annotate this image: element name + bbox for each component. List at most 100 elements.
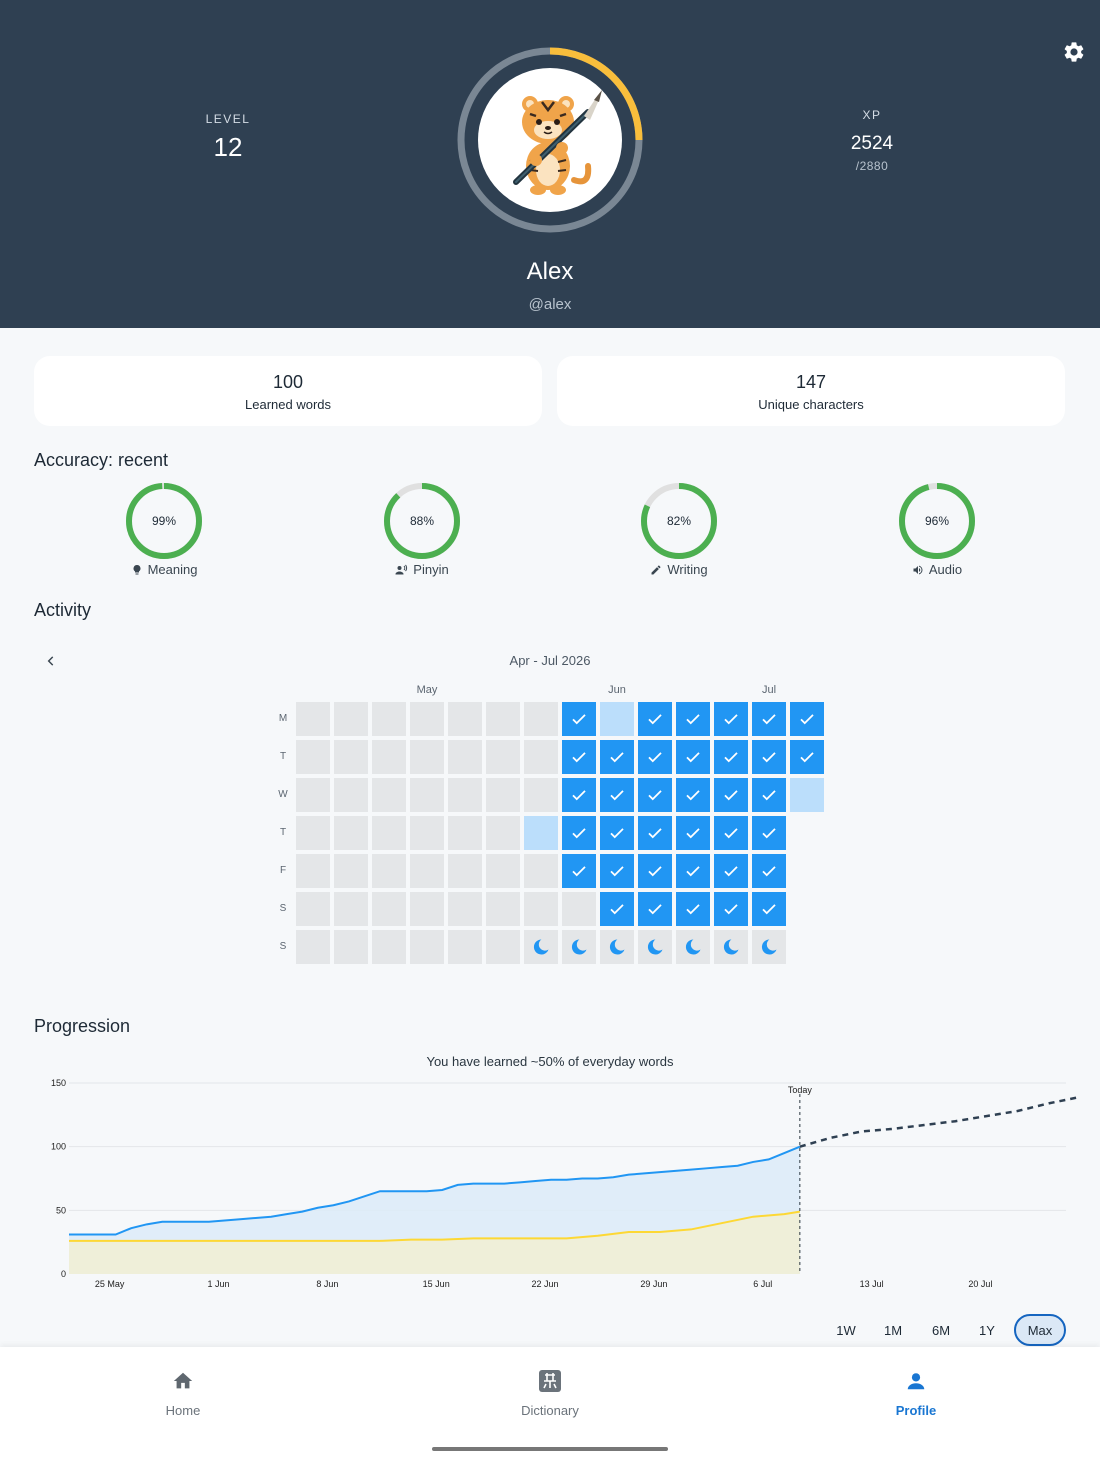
- activity-day-completed: [638, 854, 672, 888]
- range-1w-button[interactable]: 1W: [826, 1314, 866, 1346]
- month-label: Jun: [608, 684, 626, 696]
- activity-day-completed: [638, 892, 672, 926]
- check-icon: [800, 752, 814, 763]
- activity-day-empty: [296, 740, 330, 774]
- x-tick-label: 20 Jul: [968, 1279, 992, 1289]
- x-tick-label: 8 Jun: [316, 1279, 338, 1289]
- activity-day-empty: [448, 816, 482, 850]
- check-icon: [686, 904, 700, 915]
- check-icon: [572, 714, 586, 725]
- range-1y-button[interactable]: 1Y: [967, 1314, 1007, 1346]
- rest-day-moon-icon: [647, 939, 663, 955]
- activity-day-empty: [410, 892, 444, 926]
- unique-characters-card[interactable]: 147 Unique characters: [557, 356, 1065, 426]
- accuracy-label: Meaning: [147, 562, 198, 577]
- unique-characters-label: Unique characters: [758, 397, 864, 412]
- activity-day-empty: [296, 702, 330, 736]
- activity-day-empty: [486, 854, 520, 888]
- y-tick-label: 100: [51, 1142, 66, 1152]
- activity-day-completed: [600, 778, 634, 812]
- activity-day-empty: [486, 816, 520, 850]
- check-icon: [686, 828, 700, 839]
- activity-day-rest: [752, 930, 786, 964]
- nav-dictionary[interactable]: Dictionary: [470, 1369, 630, 1418]
- check-icon: [762, 866, 776, 877]
- check-icon: [572, 752, 586, 763]
- activity-day-empty: [334, 892, 368, 926]
- activity-day-rest: [562, 930, 596, 964]
- activity-day-empty: [334, 930, 368, 964]
- activity-day-empty: [334, 854, 368, 888]
- check-icon: [648, 714, 662, 725]
- rest-day-moon-icon: [761, 939, 777, 955]
- nav-profile[interactable]: Profile: [836, 1369, 996, 1418]
- accuracy-label: Pinyin: [413, 562, 449, 577]
- activity-day-rest: [524, 930, 558, 964]
- range-max-button[interactable]: Max: [1014, 1314, 1066, 1346]
- activity-day-completed: [562, 778, 596, 812]
- learned-words-value: 100: [272, 372, 304, 392]
- activity-day-empty: [334, 740, 368, 774]
- accuracy-percent: 82%: [666, 514, 692, 528]
- xp-total: /2880: [855, 159, 889, 173]
- weekday-label: M: [278, 713, 288, 724]
- activity-day-partial: [600, 702, 634, 736]
- activity-day-rest: [600, 930, 634, 964]
- weekday-label: T: [279, 751, 287, 762]
- activity-day-completed: [714, 816, 748, 850]
- check-icon: [572, 866, 586, 877]
- nav-dictionary-label: Dictionary: [521, 1403, 579, 1418]
- check-icon: [724, 904, 738, 915]
- learned-words-card[interactable]: 100 Learned words: [34, 356, 542, 426]
- month-label: Jul: [761, 684, 777, 696]
- y-tick-label: 0: [61, 1269, 66, 1279]
- activity-day-empty: [410, 778, 444, 812]
- check-icon: [762, 714, 776, 725]
- activity-day-empty: [524, 778, 558, 812]
- progression-title: Progression: [34, 1016, 131, 1036]
- activity-day-empty: [296, 816, 330, 850]
- activity-day-empty: [296, 892, 330, 926]
- check-icon: [762, 904, 776, 915]
- accuracy-label: Audio: [928, 562, 963, 577]
- activity-day-empty: [334, 816, 368, 850]
- activity-day-empty: [562, 892, 596, 926]
- activity-day-empty: [334, 778, 368, 812]
- check-icon: [724, 828, 738, 839]
- activity-day-completed: [600, 892, 634, 926]
- weekday-label: F: [279, 865, 287, 876]
- check-icon: [648, 752, 662, 763]
- range-6m-button[interactable]: 6M: [921, 1314, 961, 1346]
- activity-day-empty: [410, 930, 444, 964]
- rest-day-moon-icon: [533, 939, 549, 955]
- settings-button[interactable]: [1058, 36, 1090, 68]
- nav-home[interactable]: Home: [103, 1369, 263, 1418]
- user-name: Alex: [526, 258, 574, 285]
- avatar[interactable]: [478, 68, 622, 212]
- x-tick-label: 15 Jun: [423, 1279, 450, 1289]
- activity-day-empty: [372, 816, 406, 850]
- range-1m-button[interactable]: 1M: [873, 1314, 913, 1346]
- nav-home-label: Home: [165, 1403, 201, 1418]
- activity-day-completed: [752, 892, 786, 926]
- activity-day-completed: [790, 740, 824, 774]
- activity-day-completed: [600, 854, 634, 888]
- activity-day-rest: [714, 930, 748, 964]
- activity-day-empty: [524, 892, 558, 926]
- level-block: LEVEL 12: [168, 112, 288, 163]
- activity-day-rest: [638, 930, 672, 964]
- activity-day-completed: [676, 892, 710, 926]
- activity-day-empty: [524, 740, 558, 774]
- month-label: May: [416, 684, 438, 696]
- progression-chart: 0 50 100 150 25 May 1 Jun 8 Jun 15 Jun 22 Jun 29 …: [51, 1078, 1081, 1289]
- x-tick-label: 1 Jun: [207, 1279, 229, 1289]
- check-icon: [572, 790, 586, 801]
- gear-icon: [1064, 42, 1084, 62]
- activity-day-completed: [752, 816, 786, 850]
- activity-day-completed: [676, 854, 710, 888]
- check-icon: [686, 752, 700, 763]
- activity-day-empty: [524, 702, 558, 736]
- activity-day-empty: [524, 854, 558, 888]
- activity-day-completed: [714, 892, 748, 926]
- activity-day-completed: [600, 740, 634, 774]
